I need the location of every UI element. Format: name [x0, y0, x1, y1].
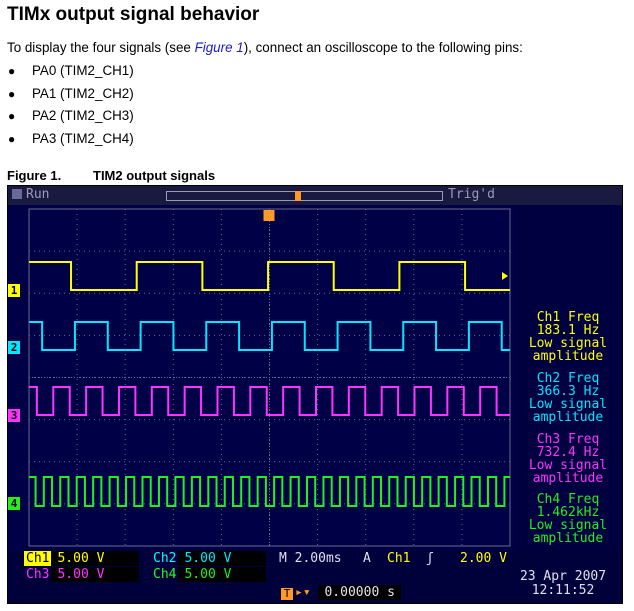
ch3-scale: 5.00 V — [51, 567, 140, 582]
ch1-setting: Ch1 5.00 V — [24, 551, 140, 566]
intro-text-after: ), connect an oscilloscope to the follow… — [243, 40, 523, 55]
ch4-scale: 5.00 V — [178, 567, 267, 582]
ch1-tag: Ch1 — [24, 551, 52, 566]
scope-status-bar: Run Trig'd — [8, 186, 622, 205]
ch1-ground-marker: 1 — [8, 284, 20, 297]
ch3-ground-marker: 3 — [8, 409, 20, 422]
timestamp: 23 Apr 2007 12:11:52 — [508, 570, 618, 598]
trigger-t-icon: T — [281, 588, 293, 600]
trigger-level: 2.00 V — [460, 551, 507, 566]
record-position-bar — [166, 191, 443, 201]
ch1-measurement: Ch1 Freq 183.1 Hz Low signal amplitude — [518, 311, 618, 363]
page-heading: TIMx output signal behavior — [7, 4, 260, 25]
oscilloscope-screenshot: Run Trig'd Ch1 Freq 183.1 Hz Low signal … — [7, 185, 623, 604]
time-text: 12:11:52 — [531, 583, 595, 598]
list-item: ● PA1 (TIM2_CH2) — [7, 84, 134, 107]
arrow-icon: ▸▾ — [295, 585, 311, 600]
trigger-level-arrow-icon — [502, 272, 508, 280]
pin-list: ● PA0 (TIM2_CH1) ● PA1 (TIM2_CH2) ● PA2 (TI… — [7, 61, 134, 151]
trigger-source: Ch1 — [387, 551, 411, 566]
ch4-ground-marker: 4 — [8, 497, 20, 510]
ch1-note-line2: amplitude — [532, 349, 604, 364]
ch2-measurement: Ch2 Freq 366.3 Hz Low signal amplitude — [518, 372, 618, 424]
list-item: ● PA3 (TIM2_CH4) — [7, 129, 134, 152]
bullet-icon: ● — [8, 131, 16, 146]
ch1-scale: 5.00 V — [51, 551, 140, 566]
pin-label: PA3 (TIM2_CH4) — [32, 130, 134, 146]
ch2-tag: Ch2 — [153, 551, 177, 566]
ch2-note-line2: amplitude — [532, 410, 604, 425]
figure-number: Figure 1. — [7, 168, 62, 183]
ch3-note-line2: amplitude — [532, 471, 604, 486]
waveform-display — [28, 208, 511, 547]
run-status: Run — [12, 187, 49, 202]
ch2-scale: 5.00 V — [178, 551, 267, 566]
ch4-measurement: Ch4 Freq 1.462kHz Low signal amplitude — [518, 493, 618, 545]
ch2-setting: Ch2 5.00 V — [151, 551, 267, 566]
trigger-position-value: 0.00000 s — [318, 585, 401, 600]
trigger-slope-icon: ʃ — [426, 551, 434, 566]
trigger-position-marker — [295, 191, 301, 201]
date-text: 23 Apr 2007 — [519, 569, 607, 584]
trigger-mode: A — [363, 551, 371, 566]
trigger-position-readout: T ▸▾ 0.00000 s — [281, 585, 401, 600]
trigger-status: Trig'd — [448, 187, 495, 202]
trigger-point-icon — [263, 210, 275, 221]
list-item: ● PA2 (TIM2_CH3) — [7, 106, 134, 129]
figure-title: TIM2 output signals — [93, 168, 216, 183]
ch3-tag: Ch3 — [26, 567, 50, 582]
bullet-icon: ● — [8, 64, 16, 78]
bullet-icon: ● — [8, 86, 16, 101]
ch4-setting: Ch4 5.00 V — [151, 567, 267, 582]
ch3-setting: Ch3 5.00 V — [24, 567, 140, 582]
ch3-measurement: Ch3 Freq 732.4 Hz Low signal amplitude — [518, 433, 618, 485]
ch4-note-line2: amplitude — [532, 531, 604, 546]
bullet-icon: ● — [8, 109, 16, 124]
ch4-tag: Ch4 — [153, 567, 177, 582]
intro-paragraph: To display the four signals (see Figure … — [7, 40, 523, 55]
pin-label: PA1 (TIM2_CH2) — [32, 85, 134, 101]
pin-label: PA0 (TIM2_CH1) — [32, 63, 134, 78]
pin-label: PA2 (TIM2_CH3) — [32, 108, 134, 124]
run-icon — [12, 189, 22, 199]
intro-text-before: To display the four signals (see — [7, 40, 195, 55]
list-item: ● PA0 (TIM2_CH1) — [7, 61, 134, 84]
timebase-setting: M 2.00ms — [279, 551, 342, 566]
scope-settings-bar: Ch1 5.00 V Ch2 5.00 V M 2.00ms A Ch1 ʃ 2.0… — [8, 550, 622, 603]
figure-link[interactable]: Figure 1 — [195, 40, 244, 55]
figure-caption: Figure 1. TIM2 output signals — [7, 168, 215, 183]
ch2-ground-marker: 2 — [8, 341, 20, 354]
